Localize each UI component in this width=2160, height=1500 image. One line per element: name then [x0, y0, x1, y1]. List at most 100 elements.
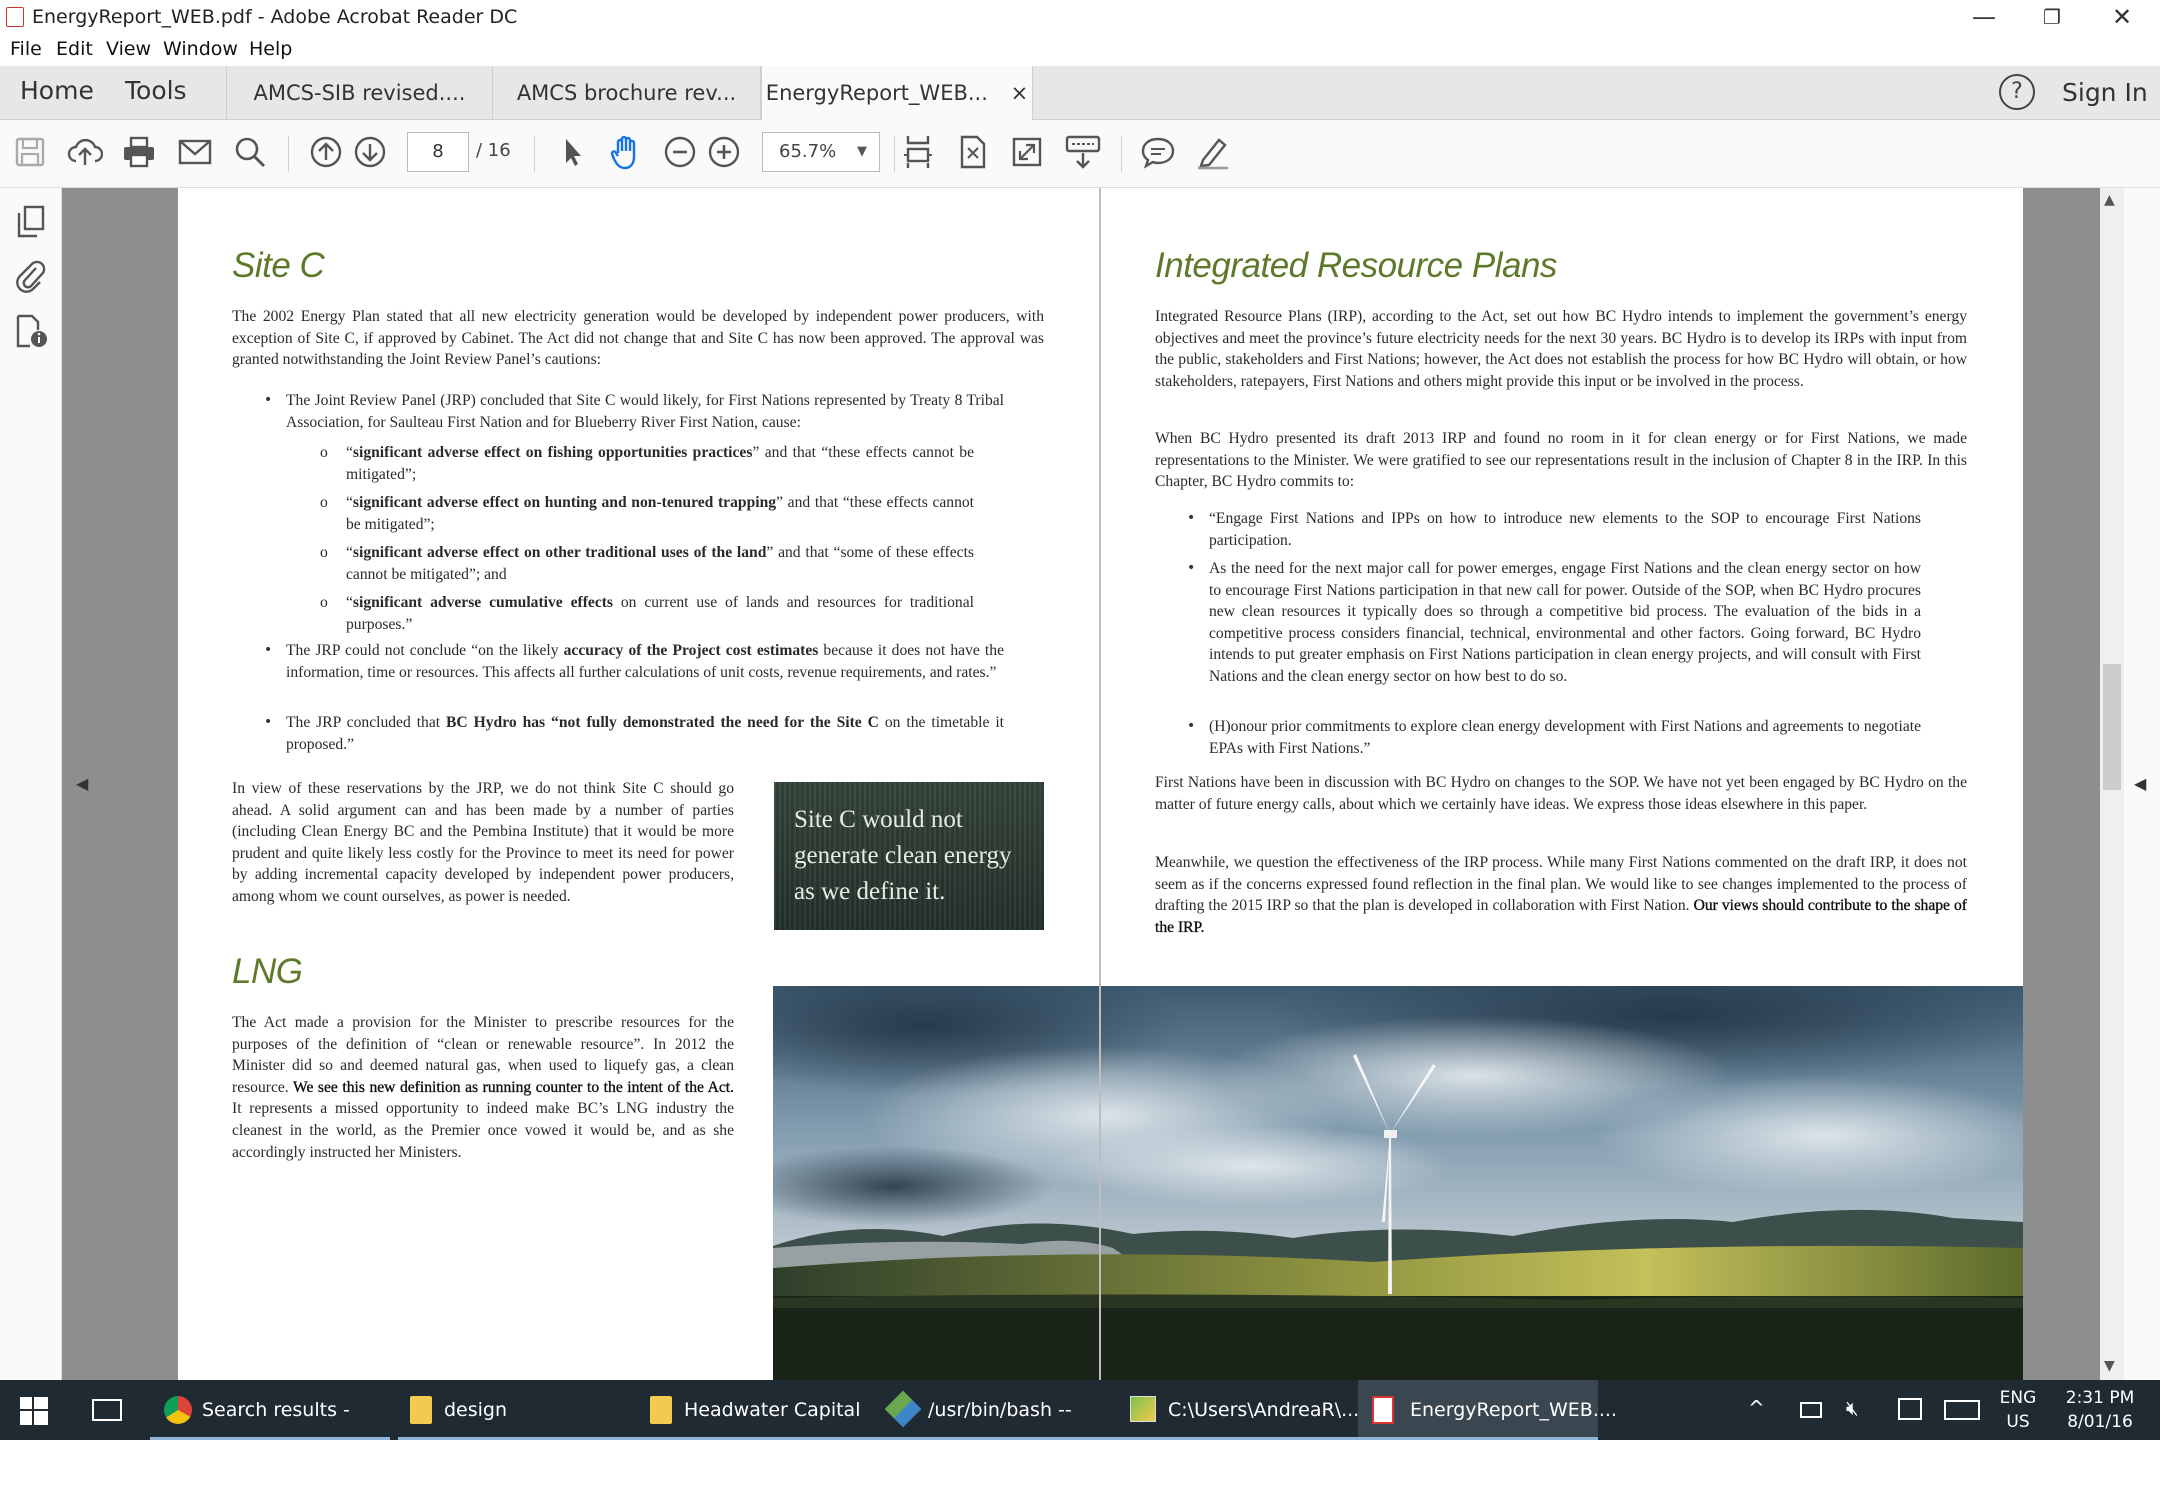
taskbar-app-label: C:\Users\AndreaR\... [1168, 1399, 1360, 1421]
sub-bullet-item: “significant adverse effect on hunting a… [346, 494, 975, 533]
wind-turbine-landscape-image [773, 986, 2023, 1380]
page-gutter [1099, 188, 1101, 1380]
tab-close-icon[interactable]: × [1011, 81, 1029, 105]
close-button[interactable]: ✕ [2090, 0, 2154, 34]
read-mode-icon[interactable] [1061, 130, 1105, 174]
taskbar-app-acrobat[interactable]: EnergyReport_WEB.... [1358, 1380, 1617, 1440]
expand-right-pane-icon[interactable]: ◀ [2134, 774, 2146, 793]
bullet-dot: • [264, 714, 273, 730]
fit-page-icon[interactable] [951, 130, 995, 174]
sub-bullet-marker: o [320, 494, 328, 511]
collapse-left-pane-icon[interactable]: ◀ [76, 774, 88, 793]
menu-window[interactable]: Window [163, 38, 238, 60]
keyboard-icon[interactable] [1944, 1400, 1980, 1420]
select-cursor-icon[interactable] [550, 130, 594, 174]
document-properties-icon[interactable] [14, 312, 50, 354]
task-view-icon[interactable] [92, 1399, 122, 1421]
print-icon[interactable] [117, 130, 161, 174]
save-icon[interactable] [8, 130, 52, 174]
minimize-button[interactable]: — [1952, 0, 2016, 34]
taskbar-app-label: design [444, 1399, 508, 1421]
paragraph: The Act made a provision for the Ministe… [232, 1014, 735, 1161]
toolbar-divider [1121, 136, 1122, 172]
menu-help[interactable]: Help [249, 38, 292, 60]
bullet-dot: • [1187, 510, 1196, 526]
bullet-item: “Engage First Nations and IPPs on how to… [1209, 510, 1921, 549]
chevron-down-icon: ▼ [857, 144, 867, 159]
paragraph: First Nations have been in discussion wi… [1155, 774, 1967, 813]
menu-view[interactable]: View [106, 38, 151, 60]
heading-integrated-resource-plans: Integrated Resource Plans [1155, 246, 1557, 285]
heading-site-c: Site C [232, 246, 325, 285]
page-number-input[interactable]: 8 [407, 132, 469, 172]
language-indicator[interactable]: ENG US [1996, 1388, 2040, 1432]
paragraph: Meanwhile, we question the effectiveness… [1155, 854, 1967, 936]
action-center-icon[interactable] [1898, 1398, 1922, 1420]
bullet-item: (H)onour prior commitments to explore cl… [1209, 718, 1921, 757]
search-icon[interactable] [228, 130, 272, 174]
scrolling-mode-icon[interactable] [896, 130, 940, 174]
zoom-in-icon[interactable] [702, 130, 746, 174]
hand-tool-icon[interactable] [604, 130, 648, 174]
scroll-down-icon[interactable]: ▼ [2104, 1358, 2115, 1374]
clock[interactable]: 2:31 PM 8/01/16 [2056, 1388, 2144, 1432]
scroll-up-icon[interactable]: ▲ [2104, 192, 2115, 208]
toolbar-divider [288, 136, 289, 172]
folder-icon [410, 1396, 432, 1424]
help-icon[interactable]: ? [1999, 74, 2035, 110]
tab-document-3[interactable]: EnergyReport_WEB... × [761, 66, 1033, 120]
restore-button[interactable]: ❐ [2020, 0, 2084, 34]
tab-tools[interactable]: Tools [125, 76, 187, 105]
full-screen-icon[interactable] [1005, 130, 1049, 174]
bullet-item: As the need for the next major call for … [1209, 560, 1921, 685]
windows-start-icon[interactable] [20, 1397, 48, 1429]
paragraph: The 2002 Energy Plan stated that all new… [232, 308, 1044, 369]
attachment-icon[interactable] [14, 258, 48, 298]
taskbar-app-design[interactable]: design [398, 1380, 638, 1440]
menu-file[interactable]: File [10, 38, 42, 60]
tab-document-2[interactable]: AMCS brochure rev... [493, 66, 761, 120]
volume-muted-icon[interactable]: 🔇︎ [1846, 1396, 1859, 1420]
sign-in-button[interactable]: Sign In [2062, 78, 2148, 107]
menu-edit[interactable]: Edit [56, 38, 93, 60]
clock-date: 8/01/16 [2067, 1412, 2133, 1432]
pull-quote: Site C would not generate clean energy a… [794, 806, 1012, 905]
page-thumbnails-icon[interactable] [14, 204, 48, 244]
zoom-out-icon[interactable] [658, 130, 702, 174]
previous-page-icon[interactable] [304, 130, 348, 174]
taskbar-app-chrome[interactable]: Search results - and... [150, 1380, 390, 1481]
taskbar-app-label: Search results - and... [202, 1399, 350, 1481]
menu-bar: File Edit View Window Help [0, 34, 2160, 66]
zoom-level-value: 65.7% [779, 141, 837, 162]
page-total: / 16 [476, 140, 511, 161]
bullet-dot: • [1187, 560, 1196, 576]
show-hidden-icons-icon[interactable]: ^ [1748, 1396, 1765, 1420]
bullet-item: The JRP could not conclude “on the likel… [286, 642, 1004, 681]
tab-document-label: EnergyReport_WEB... [765, 81, 988, 105]
sub-bullet-item: “significant adverse effect on fishing o… [346, 444, 974, 483]
zoom-level-select[interactable]: 65.7% ▼ [762, 132, 880, 172]
paragraph: Integrated Resource Plans (IRP), accordi… [1155, 308, 1967, 390]
highlight-pen-icon[interactable] [1191, 130, 1235, 174]
region-code: US [2006, 1412, 2030, 1432]
bullet-dot: • [1187, 718, 1196, 734]
scrollbar-thumb[interactable] [2103, 664, 2121, 790]
tab-document-label: AMCS brochure rev... [516, 81, 737, 105]
email-icon[interactable] [173, 130, 217, 174]
taskbar-app-headwater[interactable]: Headwater Capital [638, 1380, 878, 1440]
taskbar-app-label: EnergyReport_WEB.... [1410, 1399, 1617, 1421]
taskbar-app-explorer[interactable]: C:\Users\AndreaR\... [1118, 1380, 1360, 1440]
taskbar-app-bash[interactable]: /usr/bin/bash --logi... [878, 1380, 1118, 1481]
toolbar-divider [534, 136, 535, 172]
comment-icon[interactable] [1136, 130, 1180, 174]
upload-cloud-icon[interactable] [63, 130, 107, 174]
language-code: ENG [1999, 1388, 2037, 1408]
next-page-icon[interactable] [348, 130, 392, 174]
title-bar: EnergyReport_WEB.pdf - Adobe Acrobat Rea… [0, 0, 2160, 34]
tab-home[interactable]: Home [20, 76, 94, 105]
bullet-dot: • [264, 642, 273, 658]
tab-document-1[interactable]: AMCS-SIB revised.... [226, 66, 493, 120]
bullet-item: The Joint Review Panel (JRP) concluded t… [286, 392, 1004, 431]
battery-icon[interactable] [1800, 1402, 1822, 1418]
heading-lng: LNG [232, 952, 303, 991]
